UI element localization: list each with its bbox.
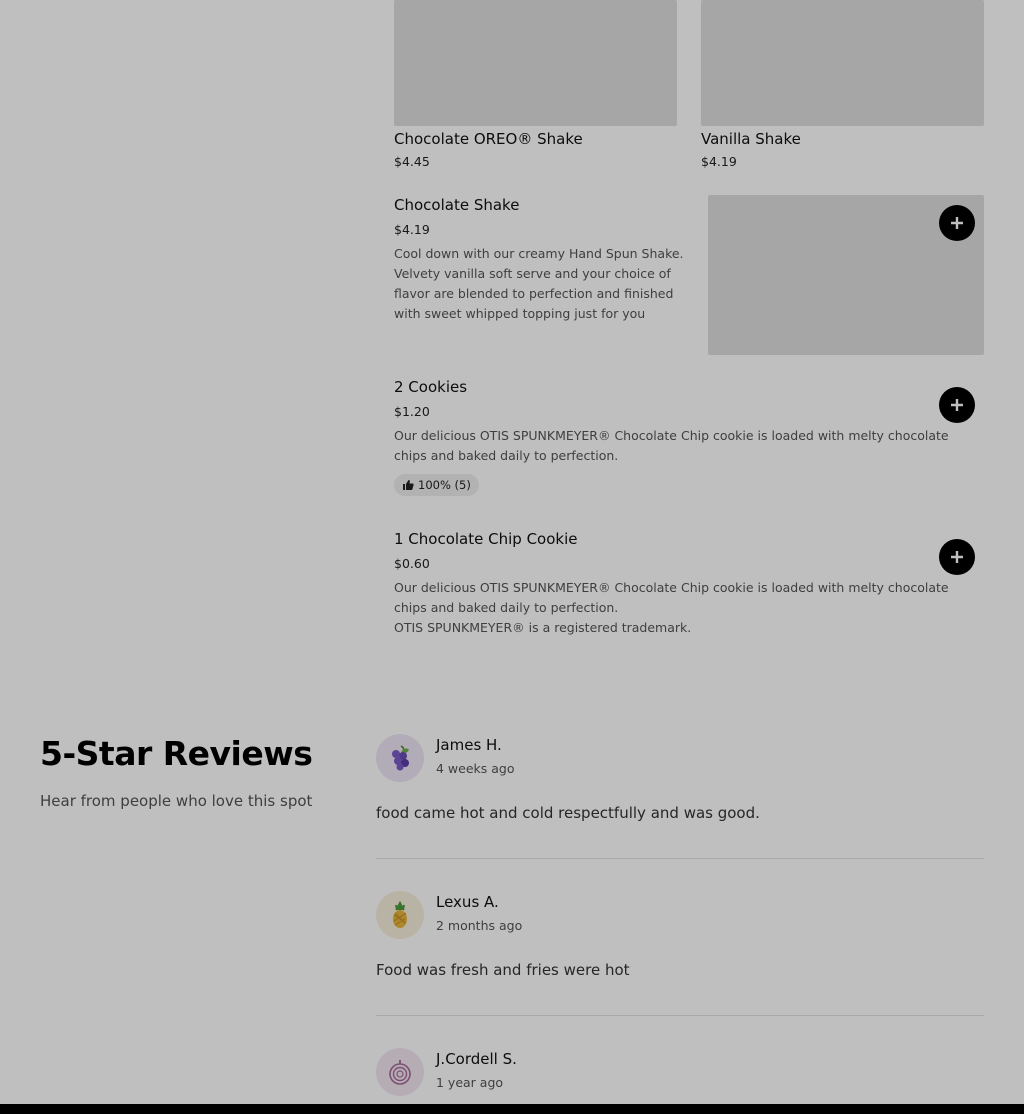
pineapple-icon	[393, 900, 407, 928]
reviewer-name: James H.	[436, 736, 502, 754]
plus-icon	[951, 217, 963, 229]
onion-icon	[389, 1060, 411, 1085]
rating-text: 100% (5)	[418, 478, 471, 492]
item-trademark-note: OTIS SPUNKMEYER® is a registered tradema…	[394, 620, 692, 635]
review-card: James H. 4 weeks ago food came hot and c…	[376, 734, 984, 859]
review-text: food came hot and cold respectfully and …	[376, 804, 760, 822]
item-price: $4.19	[394, 222, 430, 237]
store-page: Chocolate OREO® Shake $4.45 Vanilla Shak…	[0, 0, 1024, 1114]
item-name[interactable]: Vanilla Shake	[701, 130, 801, 148]
item-image-vanilla-shake[interactable]	[701, 0, 984, 126]
review-time: 2 months ago	[436, 918, 523, 933]
menu-item-1-chocolate-chip-cookie[interactable]: 1 Chocolate Chip Cookie $0.60 Our delici…	[394, 529, 984, 641]
item-price: $4.45	[394, 154, 430, 169]
reviewer-name: Lexus A.	[436, 893, 499, 911]
grapes-icon	[392, 745, 409, 771]
plus-icon	[951, 399, 963, 411]
review-card: Lexus A. 2 months ago Food was fresh and…	[376, 891, 984, 1016]
review-card: J.Cordell S. 1 year ago	[376, 1048, 984, 1104]
add-item-button[interactable]	[939, 387, 975, 423]
item-image-chocolate-oreo-shake[interactable]	[394, 0, 677, 126]
review-divider	[376, 858, 984, 859]
item-name: Chocolate Shake	[394, 196, 520, 214]
add-item-button[interactable]	[939, 539, 975, 575]
item-price: $4.19	[701, 154, 737, 169]
thumbs-up-icon	[403, 480, 414, 490]
item-description: Cool down with our creamy Hand Spun Shak…	[394, 246, 684, 321]
reviews-subtitle: Hear from people who love this spot	[40, 792, 313, 810]
menu-item-2-cookies[interactable]: 2 Cookies $1.20 Our delicious OTIS SPUNK…	[394, 377, 984, 501]
avatar	[376, 1048, 424, 1096]
add-item-button[interactable]	[939, 205, 975, 241]
bottom-bar	[0, 1104, 1024, 1114]
item-name: 1 Chocolate Chip Cookie	[394, 530, 578, 548]
review-time: 1 year ago	[436, 1075, 504, 1090]
review-time: 4 weeks ago	[436, 761, 515, 776]
item-name: 2 Cookies	[394, 378, 468, 396]
rating-badge: 100% (5)	[394, 474, 479, 496]
avatar	[376, 734, 424, 782]
plus-icon	[951, 551, 963, 563]
item-price: $0.60	[394, 556, 430, 571]
item-description: Our delicious OTIS SPUNKMEYER® Chocolate…	[394, 428, 949, 463]
review-divider	[376, 1015, 984, 1016]
reviewer-name: J.Cordell S.	[436, 1050, 517, 1068]
reviews-title: 5-Star Reviews	[40, 734, 313, 773]
avatar	[376, 891, 424, 939]
item-price: $1.20	[394, 404, 430, 419]
item-description: Our delicious OTIS SPUNKMEYER® Chocolate…	[394, 580, 949, 615]
menu-item-chocolate-shake[interactable]: Chocolate Shake $4.19 Cool down with our…	[394, 195, 984, 355]
item-name[interactable]: Chocolate OREO® Shake	[394, 130, 583, 148]
review-text: Food was fresh and fries were hot	[376, 961, 630, 979]
